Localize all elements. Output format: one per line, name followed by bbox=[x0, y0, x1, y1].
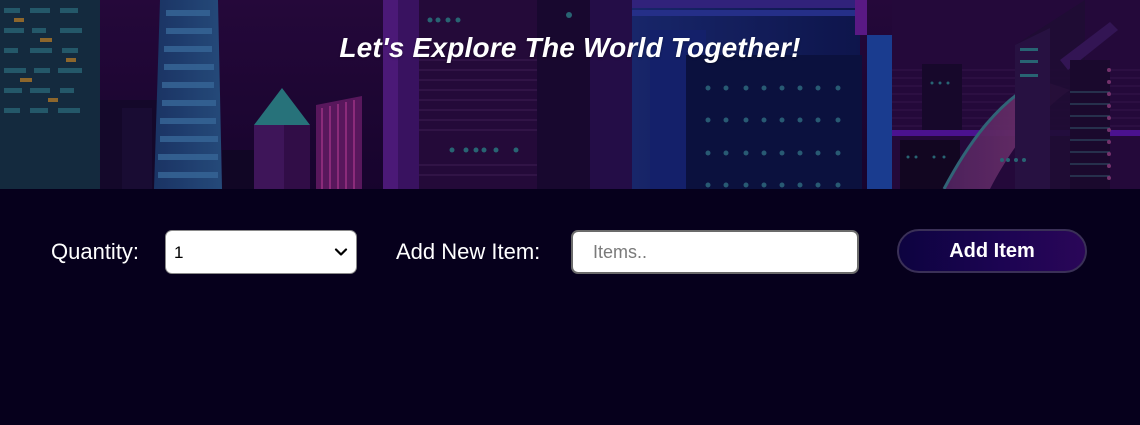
item-input[interactable] bbox=[571, 230, 859, 274]
add-item-form: Quantity: 1 Add New Item: Add Item bbox=[0, 229, 1140, 275]
hero-banner: Let's Explore The World Together! bbox=[0, 0, 1140, 189]
quantity-label: Quantity: bbox=[51, 239, 140, 264]
quantity-select[interactable]: 1 bbox=[165, 230, 357, 274]
add-item-label: Add New Item: bbox=[396, 239, 541, 264]
quantity-select-wrapper: 1 bbox=[165, 230, 357, 274]
page-title: Let's Explore The World Together! bbox=[339, 32, 801, 63]
add-item-button[interactable]: Add Item bbox=[897, 229, 1087, 273]
page: Let's Explore The World Together! Quanti… bbox=[0, 0, 1140, 425]
city-skyline-illustration bbox=[0, 0, 1140, 189]
